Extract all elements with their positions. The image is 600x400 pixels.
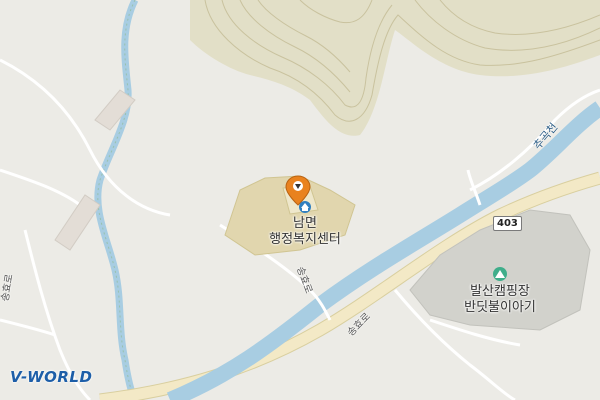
map-view[interactable]: 남면 행정복지센터 발산캠핑장 반딧불이아기 송효로 송효로 송효로 403 추… xyxy=(0,0,600,400)
stream-left xyxy=(94,0,139,400)
hill-terrain xyxy=(190,0,600,136)
map-canvas[interactable] xyxy=(0,0,600,400)
poi-main-line2: 행정복지센터 xyxy=(269,232,341,247)
poi-camp-label[interactable]: 발산캠핑장 반딧불이아기 xyxy=(440,284,560,316)
poi-camp-line2: 반딧불이아기 xyxy=(464,300,536,315)
poi-camp-line1: 발산캠핑장 xyxy=(470,284,530,299)
poi-main-label[interactable]: 남면 행정복지센터 xyxy=(245,216,365,248)
route-shield-403: 403 xyxy=(493,216,522,231)
campground-icon[interactable] xyxy=(493,267,507,281)
vworld-logo: V-WORLD xyxy=(10,368,93,386)
poi-main-line1: 남면 xyxy=(293,216,317,231)
stream-left-bank xyxy=(97,0,136,400)
government-office-icon[interactable] xyxy=(299,201,311,213)
